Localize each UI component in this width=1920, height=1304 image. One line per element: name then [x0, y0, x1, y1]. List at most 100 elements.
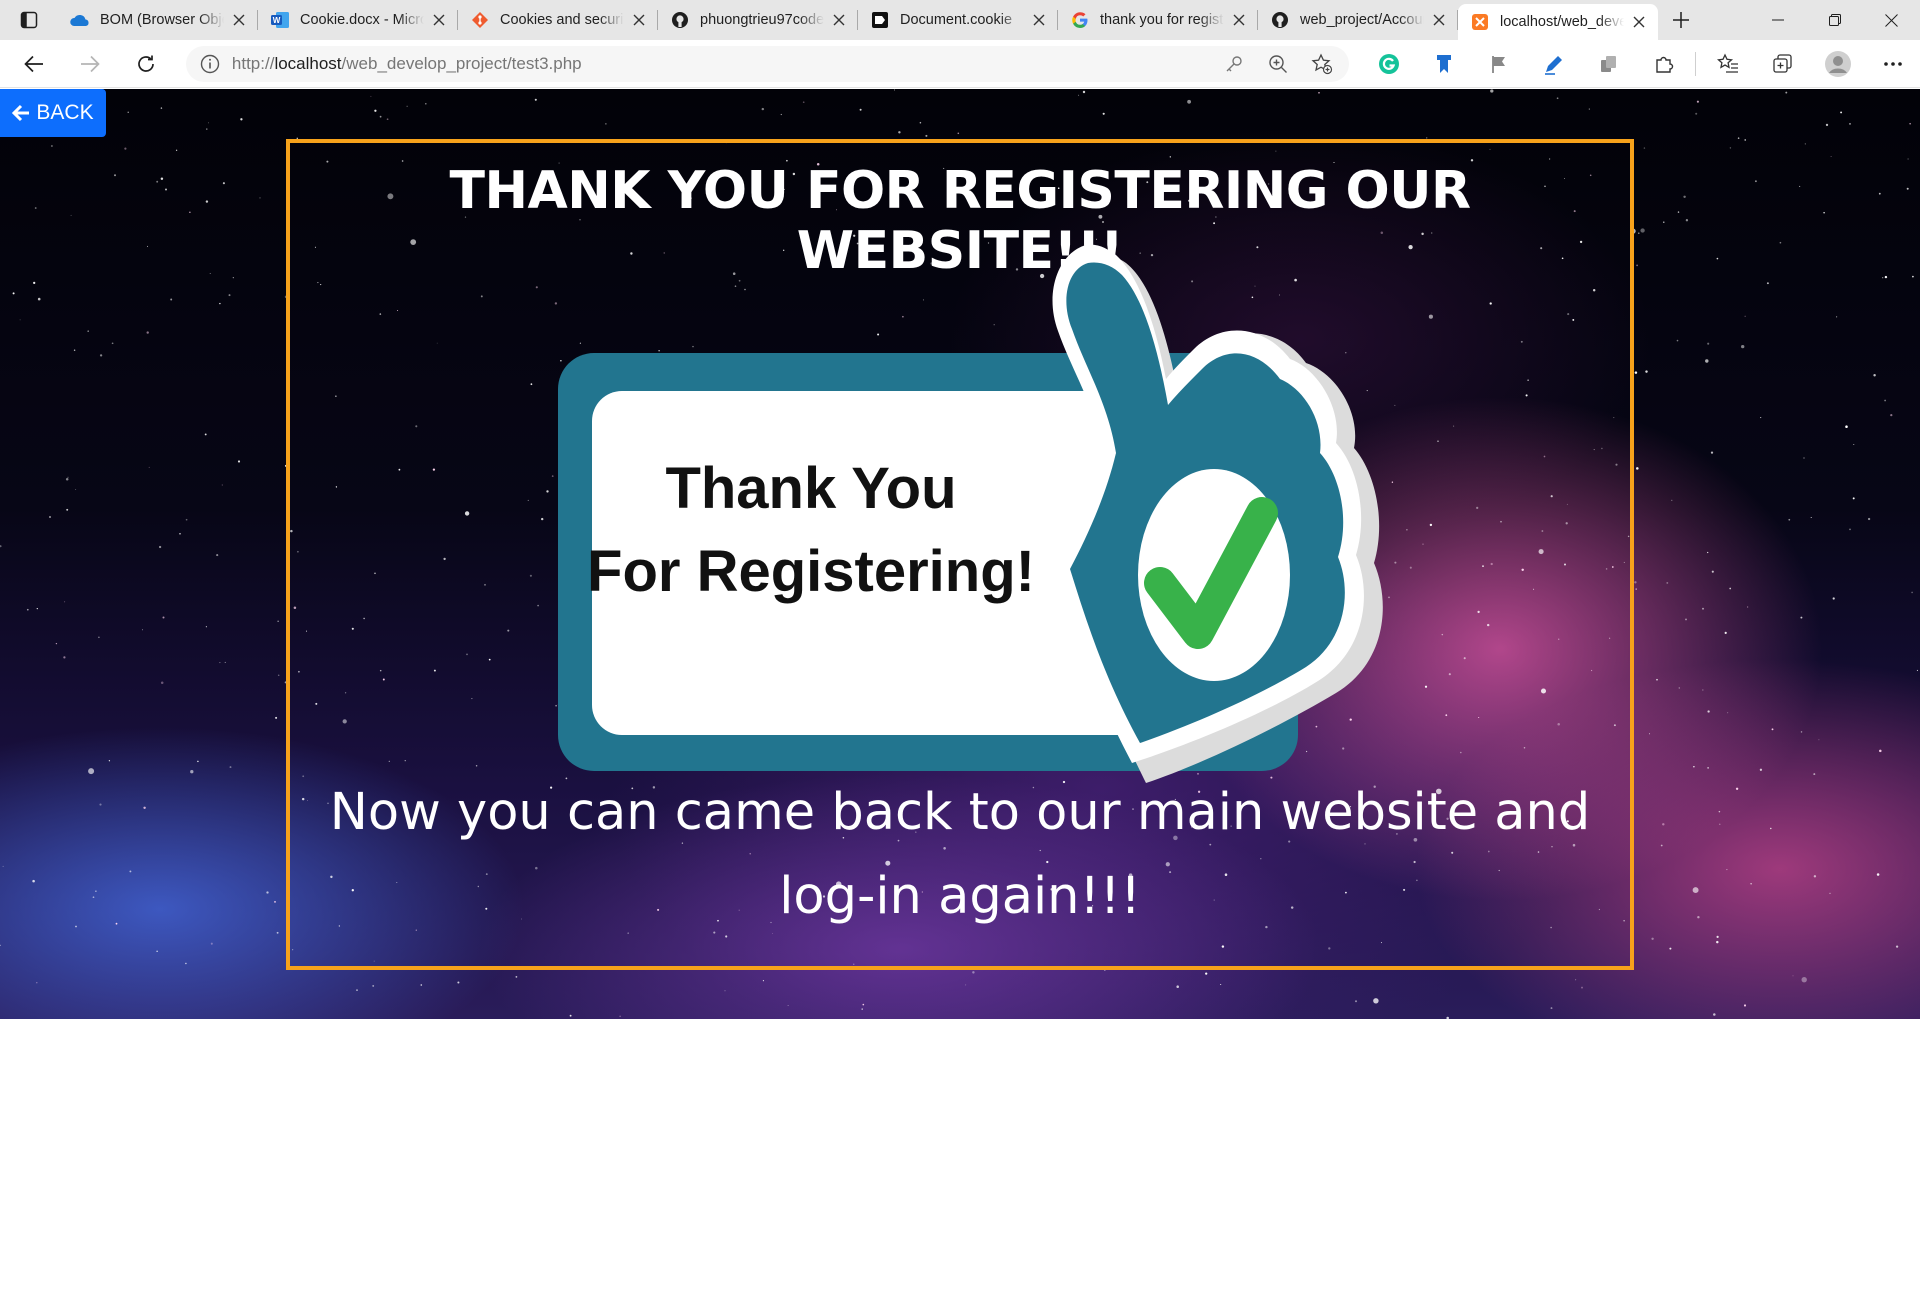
profile-button[interactable] [1810, 44, 1865, 84]
star [70, 214, 72, 216]
address-bar[interactable]: http://localhost/web_develop_project/tes… [185, 45, 1350, 82]
forward-nav-button[interactable] [68, 44, 112, 84]
star [894, 89, 895, 91]
star [26, 608, 29, 611]
flag-extension-button[interactable] [1471, 44, 1526, 84]
star [1744, 315, 1746, 317]
star [1078, 94, 1080, 96]
star [75, 489, 77, 490]
toolbar-divider [1695, 51, 1697, 76]
star [1176, 985, 1179, 988]
star [1884, 399, 1886, 402]
star [274, 901, 276, 903]
back-button[interactable]: BACK [0, 89, 106, 137]
star [158, 545, 162, 549]
tab-actions-button[interactable] [0, 0, 58, 40]
star [19, 319, 21, 321]
star [1770, 827, 1772, 830]
avatar-icon [1824, 50, 1851, 77]
info-icon[interactable] [200, 54, 220, 74]
grammarly-extension-button[interactable] [1361, 44, 1416, 84]
instruction-message: Now you can came back to our main websit… [329, 783, 1591, 926]
close-icon[interactable] [630, 11, 648, 29]
tab-github-project[interactable]: web_project/Account [1258, 0, 1458, 40]
close-icon [1885, 13, 1898, 27]
star [170, 298, 173, 301]
url-text[interactable]: http://localhost/web_develop_project/tes… [232, 54, 1219, 74]
star [1907, 158, 1909, 160]
tab-google-search[interactable]: thank you for registering [1058, 0, 1258, 40]
star [1713, 1013, 1716, 1016]
close-icon[interactable] [430, 11, 448, 29]
star [129, 870, 132, 873]
star [762, 980, 764, 982]
tab-document-cookie[interactable]: Document.cookie [858, 0, 1058, 40]
close-icon[interactable] [830, 11, 848, 29]
star [1702, 689, 1704, 691]
back-nav-button[interactable] [12, 44, 56, 84]
star [787, 1004, 789, 1006]
graphic-text-line1: Thank You [665, 456, 956, 521]
star [1696, 100, 1699, 103]
favorites-button[interactable] [1700, 44, 1755, 84]
star [862, 1003, 865, 1006]
close-icon[interactable] [1230, 11, 1248, 29]
collections-button[interactable] [1755, 44, 1810, 84]
star [1683, 195, 1686, 199]
star [240, 118, 243, 121]
word-icon: W [270, 10, 290, 30]
star [1741, 344, 1745, 349]
star [143, 806, 146, 810]
pen-extension-button[interactable] [1526, 44, 1581, 84]
star [1801, 977, 1807, 983]
star [1766, 282, 1769, 285]
star [1656, 678, 1658, 681]
star [1692, 887, 1699, 894]
star [108, 760, 111, 762]
star [1678, 687, 1681, 689]
star [1845, 425, 1848, 428]
copy-extension-button[interactable] [1581, 44, 1636, 84]
zoom-button[interactable] [1263, 49, 1293, 79]
extensions-button[interactable] [1636, 44, 1691, 84]
more-horizontal-icon [1883, 61, 1902, 66]
close-window-button[interactable] [1863, 0, 1920, 40]
star [1852, 497, 1855, 500]
star [179, 532, 181, 535]
add-favorite-button[interactable] [1307, 49, 1337, 79]
new-tab-button[interactable] [1658, 0, 1704, 40]
tab-cookies-security[interactable]: Cookies and security [458, 0, 658, 40]
tab-bom[interactable]: BOM (Browser Object Model) [58, 0, 258, 40]
star [1785, 91, 1788, 94]
star [1707, 767, 1709, 769]
tab-github-user[interactable]: phuongtrieu97code [658, 0, 858, 40]
star [115, 922, 118, 925]
star [73, 349, 76, 351]
close-icon[interactable] [230, 11, 248, 29]
settings-more-button[interactable] [1865, 44, 1920, 84]
refresh-button[interactable] [124, 44, 168, 84]
star [1685, 219, 1689, 222]
tab-cookie-docx[interactable]: W Cookie.docx - Microsoft Word [258, 0, 458, 40]
star [1804, 143, 1806, 145]
close-icon[interactable] [1030, 11, 1048, 29]
zoom-in-icon [1269, 54, 1288, 73]
password-key-button[interactable] [1219, 49, 1249, 79]
star [1813, 875, 1817, 878]
restore-button[interactable] [1806, 0, 1863, 40]
close-icon[interactable] [1630, 13, 1648, 31]
close-icon[interactable] [1430, 11, 1448, 29]
star [1876, 873, 1880, 876]
star [957, 132, 960, 135]
star [1705, 359, 1709, 363]
star [277, 674, 280, 677]
tab-localhost-active[interactable]: localhost/web_develop_project [1458, 4, 1658, 40]
award-extension-button[interactable] [1416, 44, 1471, 84]
star [1556, 97, 1559, 100]
star [1779, 241, 1782, 244]
star [87, 330, 89, 332]
arrow-left-icon [12, 104, 30, 122]
minimize-button[interactable] [1749, 0, 1806, 40]
star [99, 354, 103, 357]
star [1373, 998, 1379, 1004]
